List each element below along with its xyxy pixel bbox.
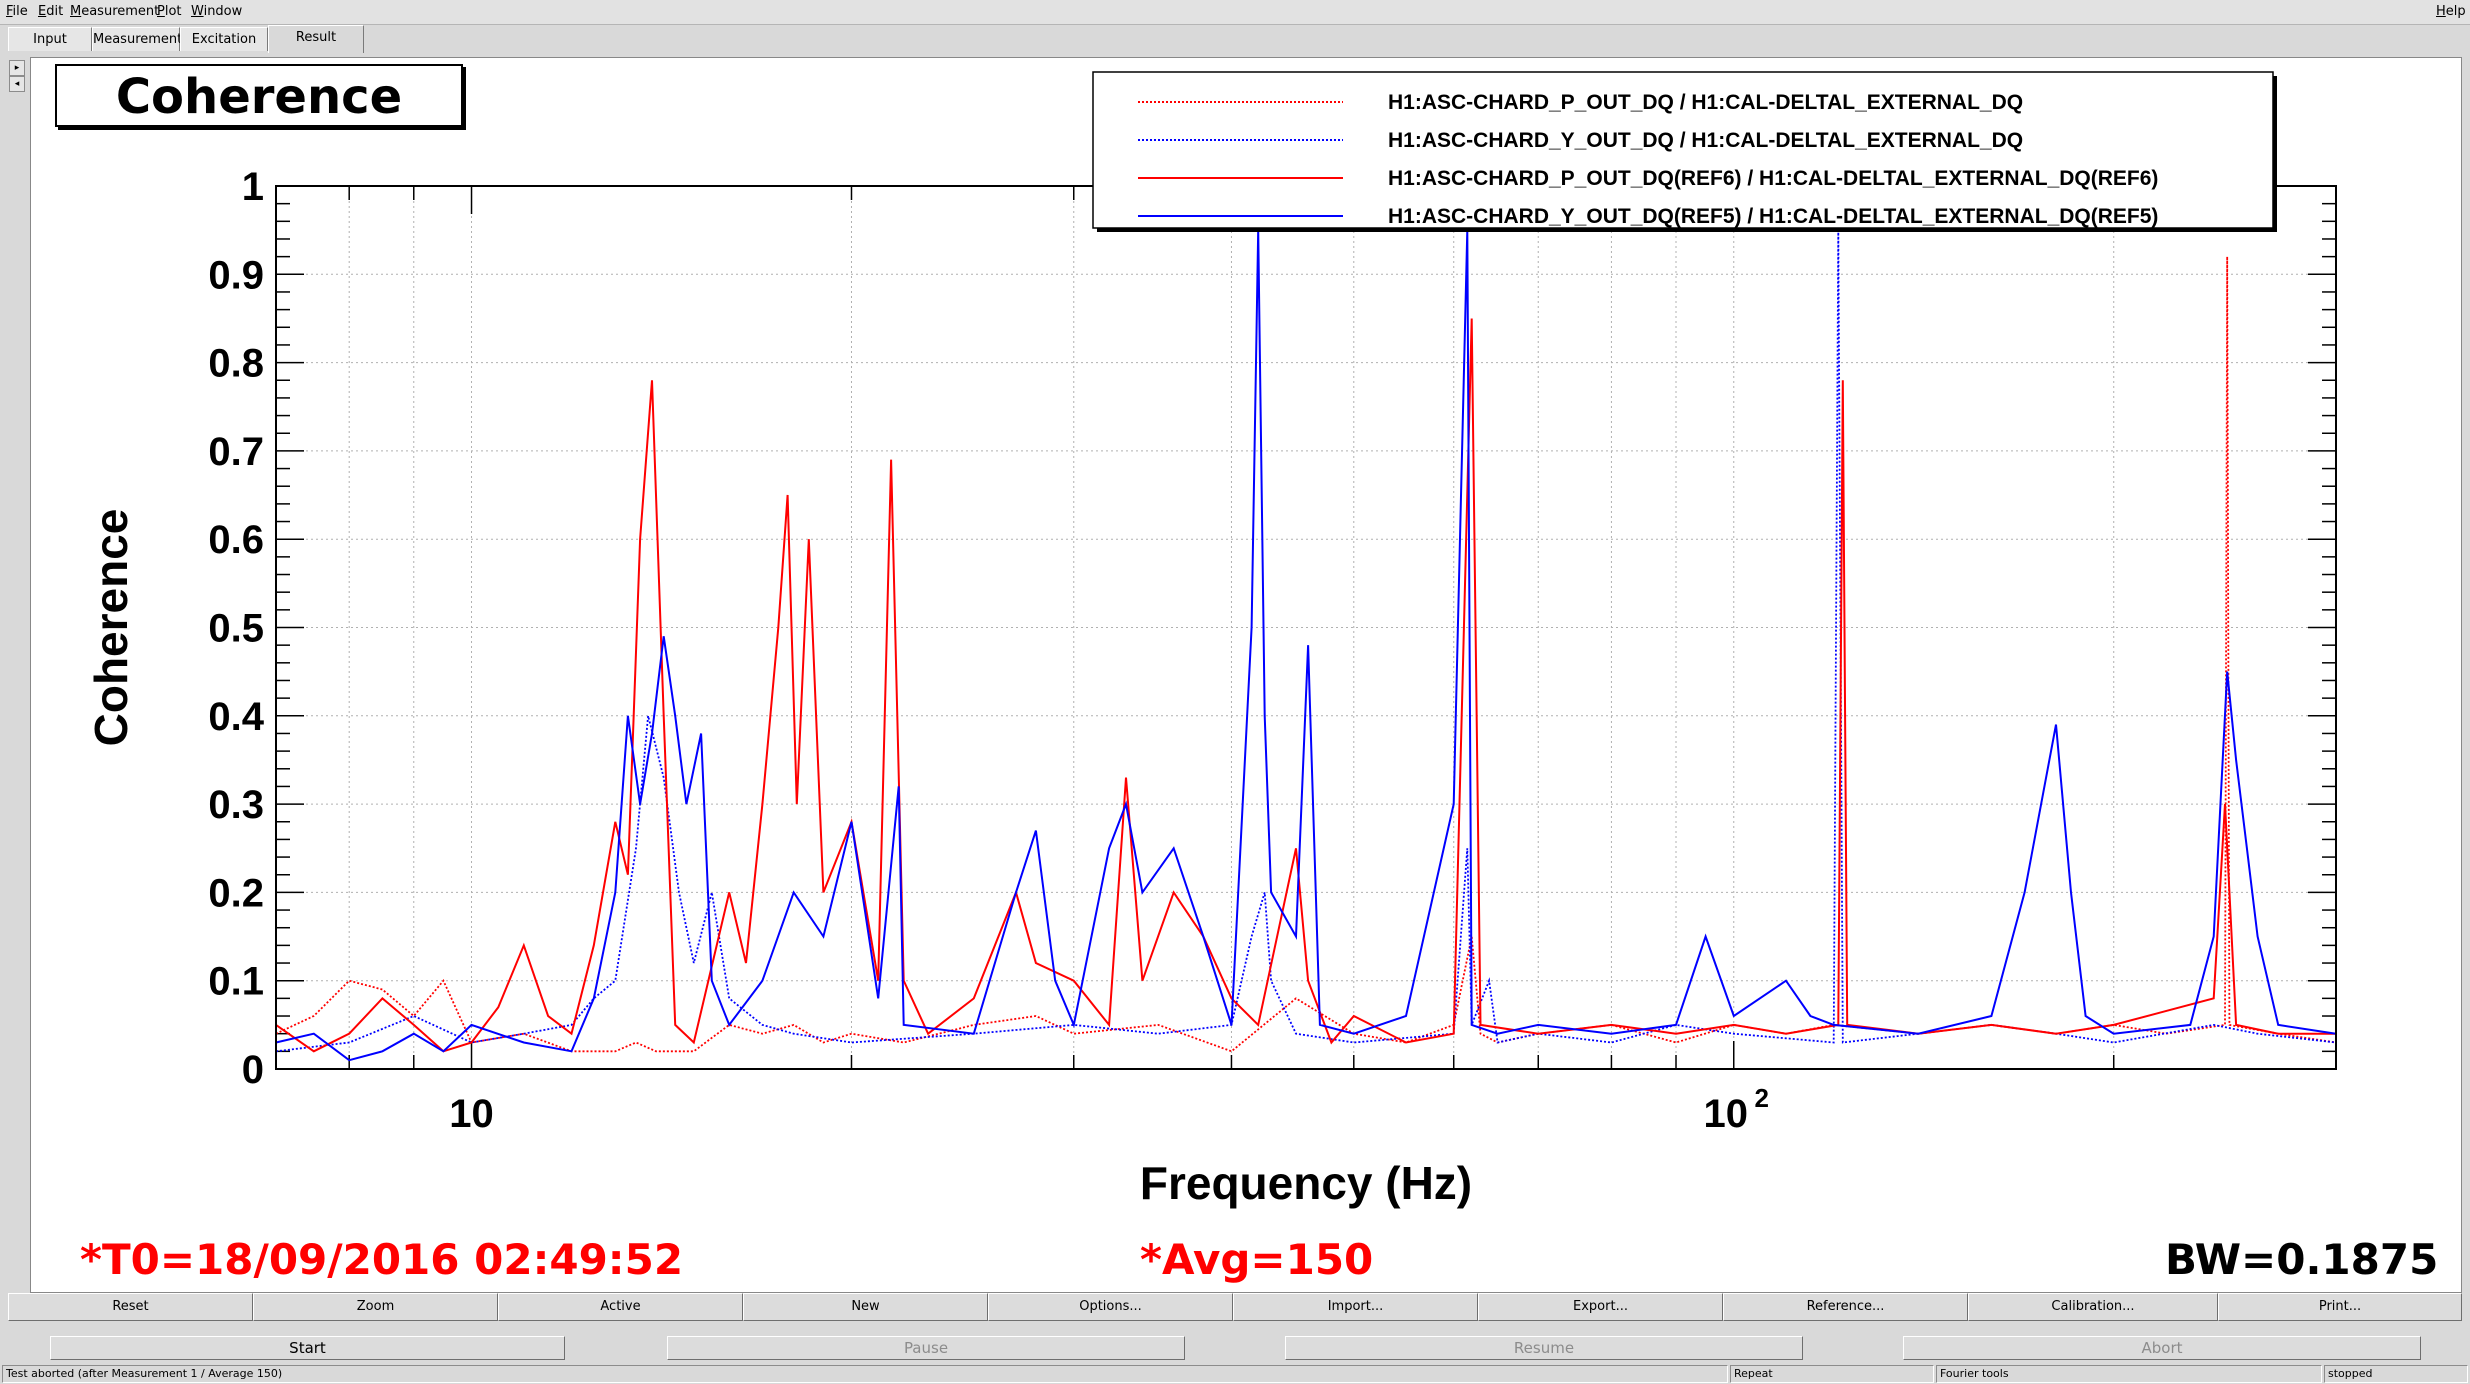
y-axis-label: Coherence <box>85 509 137 747</box>
print-button[interactable]: Print... <box>2218 1293 2462 1321</box>
new-button[interactable]: New <box>743 1293 988 1321</box>
scroll-up-arrow-icon[interactable]: ▸ <box>9 60 25 76</box>
series-line-1 <box>275 256 2337 1053</box>
series-line-4 <box>275 230 2337 1062</box>
x-tick-label: 10 <box>449 1092 494 1136</box>
reset-button[interactable]: Reset <box>8 1293 253 1321</box>
scroll-down-arrow-icon[interactable]: ◂ <box>9 76 25 92</box>
import-button[interactable]: Import... <box>1233 1293 1478 1321</box>
y-tick-label: 1 <box>242 165 264 209</box>
y-tick-label: 0.2 <box>208 871 264 915</box>
menu-plot[interactable]: Plot <box>157 4 182 19</box>
y-tick-label: 0.6 <box>208 518 264 562</box>
legend-entry-3: H1:ASC-CHARD_P_OUT_DQ(REF6) / H1:CAL-DEL… <box>1388 167 2158 190</box>
tab-measurement[interactable]: Measurement <box>92 27 182 51</box>
t0-label: *T0=18/09/2016 02:49:52 <box>80 1235 684 1284</box>
avg-label: *Avg=150 <box>1140 1235 1374 1284</box>
bw-label: BW=0.1875 <box>2165 1235 2439 1284</box>
status-repeat: Repeat <box>1730 1365 1934 1383</box>
status-fourier: Fourier tools <box>1936 1365 2322 1383</box>
menu-edit[interactable]: Edit <box>38 4 63 19</box>
y-tick-label: 0.8 <box>208 342 264 386</box>
tab-excitation[interactable]: Excitation <box>180 27 268 51</box>
export-button[interactable]: Export... <box>1478 1293 1723 1321</box>
abort-button[interactable]: Abort <box>1903 1336 2421 1360</box>
menu-window[interactable]: Window <box>191 4 242 19</box>
plot-toolbar: Reset Zoom Active New Options... Import.… <box>8 1293 2462 1321</box>
legend-entry-2: H1:ASC-CHARD_Y_OUT_DQ / H1:CAL-DELTAL_EX… <box>1388 129 2023 152</box>
y-tick-label: 0.9 <box>208 253 264 297</box>
start-button[interactable]: Start <box>50 1336 565 1360</box>
resume-button[interactable]: Resume <box>1285 1336 1803 1360</box>
reference-button[interactable]: Reference... <box>1723 1293 1968 1321</box>
menu-bar: File Edit Measurement Plot Window Help <box>0 0 2470 25</box>
calibration-button[interactable]: Calibration... <box>1968 1293 2218 1321</box>
status-bar: Test aborted (after Measurement 1 / Aver… <box>0 1364 2470 1384</box>
menu-file[interactable]: File <box>6 4 28 19</box>
y-tick-label: 0.7 <box>208 430 264 474</box>
legend-entry-4: H1:ASC-CHARD_Y_OUT_DQ(REF5) / H1:CAL-DEL… <box>1388 205 2158 228</box>
y-tick-label: 0.5 <box>208 607 264 651</box>
menu-help[interactable]: Help <box>2436 4 2466 19</box>
x-tick-label: 10 <box>1704 1092 1749 1136</box>
coherence-chart[interactable]: 00.10.20.30.40.50.60.70.80.9110 10 2Freque… <box>31 58 2463 1294</box>
y-tick-label: 0.3 <box>208 783 264 827</box>
series-line-2 <box>275 230 2337 1053</box>
status-state: stopped <box>2324 1365 2468 1383</box>
active-button[interactable]: Active <box>498 1293 743 1321</box>
y-tick-label: 0.4 <box>208 695 264 739</box>
y-tick-label: 0 <box>242 1048 264 1092</box>
pause-button[interactable]: Pause <box>667 1336 1185 1360</box>
options-button[interactable]: Options... <box>988 1293 1233 1321</box>
tab-bar: Input Measurement Excitation Result <box>0 25 2470 55</box>
x-axis-label: Frequency (Hz) <box>1140 1157 1472 1209</box>
plot-title: Coherence <box>55 64 463 127</box>
y-tick-label: 0.1 <box>208 960 264 1004</box>
zoom-button[interactable]: Zoom <box>253 1293 498 1321</box>
x-tick-label-exponent: 2 <box>1755 1083 1769 1113</box>
tab-input[interactable]: Input <box>8 27 92 51</box>
menu-measurement[interactable]: Measurement <box>70 4 159 19</box>
tab-result[interactable]: Result <box>268 25 364 53</box>
plot-canvas[interactable]: 0 0.1 0.2 0.3 0.4 0.5 0.6 0.7 0.8 0.9 1 10 10 2 Freque… <box>30 57 2462 1293</box>
status-message: Test aborted (after Measurement 1 / Aver… <box>2 1365 1728 1383</box>
legend-entry-1: H1:ASC-CHARD_P_OUT_DQ / H1:CAL-DELTAL_EX… <box>1388 91 2023 114</box>
